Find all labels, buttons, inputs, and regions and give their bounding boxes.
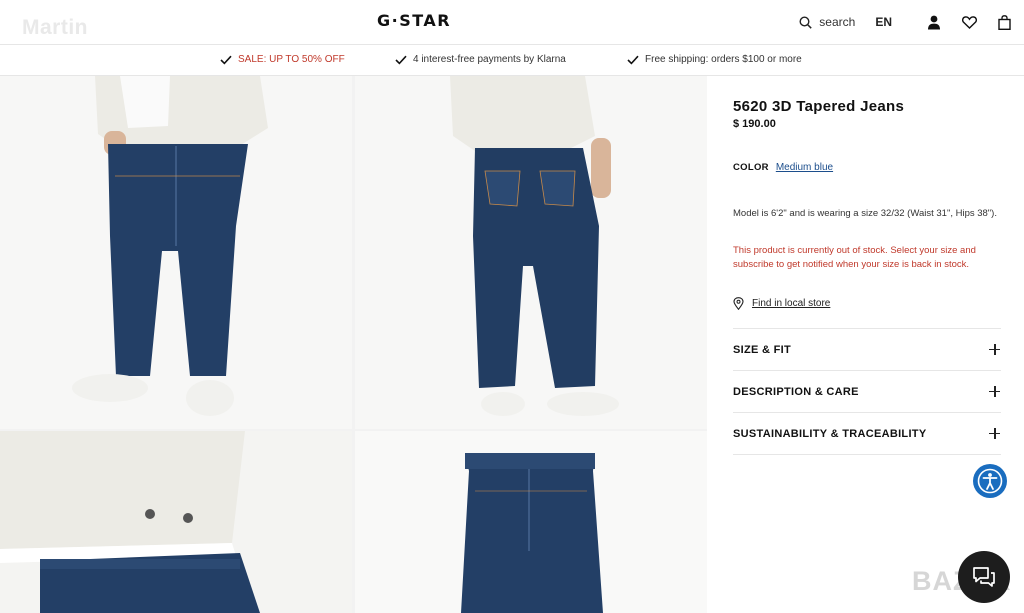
checkmark-icon (627, 55, 639, 65)
usp-sale-label: SALE: UP TO 50% OFF (238, 54, 345, 65)
accordion-size-fit-label: SIZE & FIT (733, 343, 791, 356)
cart-button[interactable] (994, 12, 1014, 32)
accordion-size-fit[interactable]: SIZE & FIT (733, 328, 1001, 370)
product-image-flatlay[interactable] (355, 431, 707, 613)
checkmark-icon (395, 55, 407, 65)
usp-shipping-label: Free shipping: orders $100 or more (645, 54, 802, 65)
wishlist-button[interactable] (959, 12, 979, 32)
search-icon (799, 15, 813, 29)
usp-klarna-label: 4 interest-free payments by Klarna (413, 54, 566, 65)
header-actions: search EN (799, 0, 1014, 44)
chat-icon (973, 567, 995, 587)
usp-klarna[interactable]: 4 interest-free payments by Klarna (395, 54, 566, 65)
accordion-divider (733, 454, 1001, 455)
language-selector[interactable]: EN (875, 15, 892, 29)
chat-button[interactable] (958, 551, 1010, 603)
product-image-back[interactable] (355, 76, 707, 429)
color-label: COLOR (733, 162, 769, 173)
account-icon (928, 15, 940, 29)
account-button[interactable] (924, 12, 944, 32)
color-row: COLOR Medium blue (733, 162, 833, 173)
watermark-text: Martin (22, 16, 88, 39)
usp-bar: SALE: UP TO 50% OFF 4 interest-free paym… (0, 44, 1024, 76)
location-pin-icon (733, 297, 744, 310)
search-label: search (819, 15, 856, 29)
accordion-description-care-label: DESCRIPTION & CARE (733, 385, 859, 398)
flat-lay-illustration (355, 431, 707, 613)
product-price: $ 190.00 (733, 118, 776, 130)
accordion-sustainability[interactable]: SUSTAINABILITY & TRACEABILITY (733, 412, 1001, 454)
accordion-sustainability-label: SUSTAINABILITY & TRACEABILITY (733, 427, 927, 440)
shopping-bag-icon (997, 14, 1011, 30)
product-image-front[interactable] (0, 76, 352, 429)
product-image-detail[interactable] (0, 431, 352, 613)
search-button[interactable]: search (799, 15, 855, 29)
jeans-back-illustration (355, 76, 707, 429)
brand-logo[interactable]: G·STAR (377, 11, 451, 30)
plus-icon (989, 343, 1001, 356)
plus-icon (989, 427, 1001, 440)
product-gallery (0, 76, 707, 613)
find-in-store-link[interactable]: Find in local store (733, 297, 830, 310)
wishlist-heart-icon (961, 15, 977, 29)
find-in-store-label: Find in local store (752, 298, 831, 309)
product-title: 5620 3D Tapered Jeans (733, 98, 905, 115)
site-header: Martin G·STAR search EN (0, 0, 1024, 44)
usp-sale[interactable]: SALE: UP TO 50% OFF (220, 54, 345, 65)
jacket-detail-illustration (0, 431, 352, 613)
usp-shipping[interactable]: Free shipping: orders $100 or more (627, 54, 802, 65)
plus-icon (989, 385, 1001, 398)
color-value-link[interactable]: Medium blue (776, 162, 833, 173)
jeans-front-illustration (0, 76, 352, 429)
checkmark-icon (220, 55, 232, 65)
accordion-description-care[interactable]: DESCRIPTION & CARE (733, 370, 1001, 412)
accessibility-icon (977, 468, 1003, 494)
out-of-stock-message: This product is currently out of stock. … (733, 245, 976, 270)
model-info: Model is 6'2" and is wearing a size 32/3… (733, 208, 997, 219)
accessibility-button[interactable] (973, 464, 1007, 498)
